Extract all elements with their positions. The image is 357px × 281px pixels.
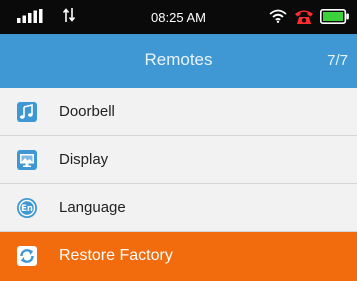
list-item-label: Restore Factory: [59, 247, 173, 264]
page-title: Remotes: [144, 50, 213, 69]
battery-icon: [320, 9, 350, 29]
list-item-restore-factory[interactable]: Restore Factory: [0, 232, 357, 281]
refresh-icon: [17, 246, 37, 266]
list-item-label: Doorbell: [59, 103, 115, 120]
settings-list: Doorbell Display En Language Restore Fac…: [0, 88, 357, 281]
svg-text:En: En: [21, 204, 33, 214]
list-item-label: Display: [59, 151, 109, 168]
status-bar: 08:25 AM: [0, 0, 357, 34]
language-en-icon: En: [17, 198, 37, 218]
wifi-icon: [269, 9, 287, 28]
list-item-doorbell[interactable]: Doorbell: [0, 88, 357, 136]
list-item-display[interactable]: Display: [0, 136, 357, 184]
page-counter: 7/7: [327, 52, 348, 69]
phone-icon: [294, 8, 314, 30]
monitor-display-icon: [17, 150, 37, 170]
list-item-label: Language: [59, 199, 126, 216]
music-note-icon: [17, 102, 37, 122]
list-item-language[interactable]: En Language: [0, 184, 357, 232]
title-bar: Remotes 7/7: [0, 34, 357, 88]
